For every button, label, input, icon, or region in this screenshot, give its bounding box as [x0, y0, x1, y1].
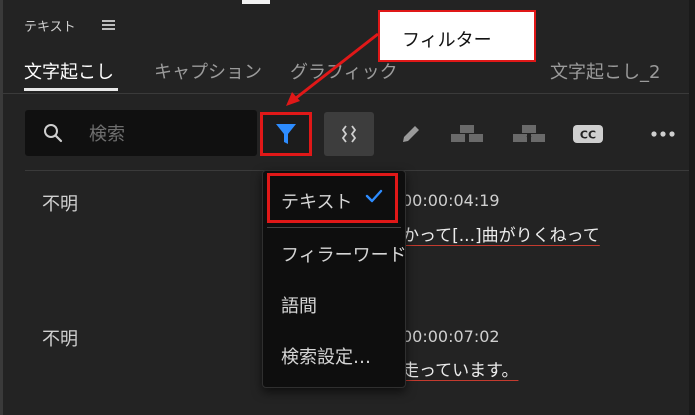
menu-separator	[267, 227, 401, 228]
filter-icon	[276, 124, 296, 144]
split-icon	[341, 125, 357, 143]
transcript-text[interactable]: 走っています。	[402, 356, 518, 381]
segment-timestamp[interactable]: 00:00:04:19	[402, 191, 500, 210]
tab-captions[interactable]: キャプション	[154, 58, 262, 84]
menu-item-filler-words[interactable]: フィラーワード	[281, 241, 407, 267]
callout-label: フィルター	[402, 30, 492, 51]
panel-title: テキスト	[24, 20, 76, 35]
merge-icon	[451, 125, 483, 142]
panel-menu-icon[interactable]	[102, 20, 115, 30]
menu-item-text[interactable]: テキスト	[281, 188, 352, 214]
menu-item-search-settings[interactable]: 検索設定…	[281, 343, 371, 369]
edit-button[interactable]	[393, 112, 429, 156]
search-input[interactable]	[87, 110, 251, 158]
split-clip-button[interactable]	[507, 112, 551, 156]
cc-icon: CC	[573, 125, 603, 143]
svg-text:CC: CC	[580, 129, 596, 142]
search-icon	[44, 124, 63, 143]
checkmark-icon	[365, 189, 383, 203]
split-clip-icon	[513, 125, 545, 142]
pencil-icon	[403, 126, 419, 142]
split-button[interactable]	[324, 112, 374, 156]
speaker-label[interactable]: 不明	[42, 325, 78, 351]
menu-item-pauses[interactable]: 語間	[281, 292, 317, 318]
speaker-label[interactable]: 不明	[42, 190, 78, 216]
captions-button[interactable]: CC	[568, 112, 608, 156]
panel-right-border	[689, 0, 695, 415]
top-edge-mark	[242, 0, 270, 4]
tabs-divider	[3, 93, 689, 94]
text-panel: テキスト 文字起こし キャプション グラフィック 文字起こし_2 検索 CC 不…	[0, 0, 695, 415]
tab-transcript[interactable]: 文字起こし	[24, 58, 114, 84]
search-box[interactable]	[25, 110, 257, 158]
segment-timestamp[interactable]: 00:00:07:02	[402, 327, 500, 346]
transcript-text[interactable]: かって[...]曲がりくねって	[402, 221, 600, 246]
active-tab-indicator	[24, 88, 118, 91]
tab-transcript-2[interactable]: 文字起こし_2	[550, 58, 660, 84]
filter-dropdown-menu: テキスト フィラーワード 語間 検索設定…	[262, 170, 407, 388]
annotation-callout: フィルター	[378, 10, 536, 62]
merge-button[interactable]	[445, 112, 489, 156]
panel-left-border	[0, 0, 3, 415]
filter-button[interactable]	[260, 112, 312, 156]
more-icon	[651, 131, 675, 137]
more-options-button[interactable]	[645, 112, 681, 156]
